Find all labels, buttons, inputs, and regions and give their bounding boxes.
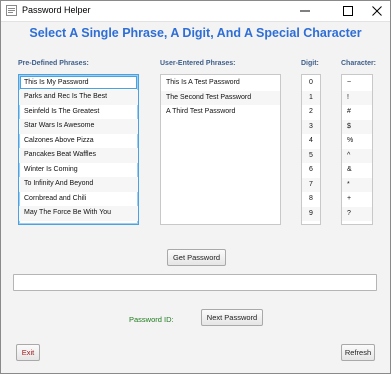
list-item[interactable]: 9 <box>302 206 320 221</box>
list-item[interactable]: $ <box>342 119 372 134</box>
list-item[interactable]: * <box>342 177 372 192</box>
user-phrases-list[interactable]: This Is A Test Password The Second Test … <box>160 74 281 225</box>
list-item[interactable]: 0 <box>302 76 320 91</box>
list-item[interactable]: Star Wars Is Awesome <box>19 119 138 134</box>
password-id-label: Password ID: <box>129 315 174 324</box>
next-password-button[interactable]: Next Password <box>201 309 263 326</box>
window-title: Password Helper <box>22 5 91 15</box>
list-item[interactable]: Parks and Rec Is The Best <box>19 90 138 105</box>
list-item[interactable]: Seinfeld Is The Greatest <box>19 105 138 120</box>
list-item[interactable]: & <box>342 163 372 178</box>
list-item[interactable]: 4 <box>302 134 320 149</box>
maximize-icon <box>343 6 353 16</box>
list-item[interactable]: A Third Test Password <box>161 105 280 120</box>
predefined-phrases-list[interactable]: This Is My Password Parks and Rec Is The… <box>18 74 139 225</box>
list-item[interactable]: ^ <box>342 148 372 163</box>
list-item[interactable]: Pancakes Beat Waffles <box>19 148 138 163</box>
title-bar: Password Helper <box>1 1 390 22</box>
get-password-button[interactable]: Get Password <box>167 249 226 266</box>
close-button[interactable] <box>364 1 390 21</box>
list-item[interactable]: 5 <box>302 148 320 163</box>
list-item[interactable]: 7 <box>302 177 320 192</box>
list-item[interactable]: ? <box>342 206 372 221</box>
app-icon <box>6 5 17 16</box>
list-item[interactable]: 3 <box>302 119 320 134</box>
list-item[interactable]: ~ <box>342 76 372 91</box>
exit-button[interactable]: Exit <box>16 344 40 361</box>
minimize-icon <box>300 10 310 12</box>
password-output-field[interactable] <box>13 274 377 291</box>
list-item[interactable]: + <box>342 192 372 207</box>
digit-list[interactable]: 0 1 2 3 4 5 6 7 8 9 <box>301 74 321 225</box>
refresh-button[interactable]: Refresh <box>341 344 375 361</box>
user-phrases-label: User-Entered Phrases: <box>160 60 236 67</box>
maximize-button[interactable] <box>335 1 361 21</box>
list-item[interactable]: % <box>342 134 372 149</box>
close-icon <box>372 6 382 16</box>
character-list[interactable]: ~ ! # $ % ^ & * + ? <box>341 74 373 225</box>
list-item[interactable]: 8 <box>302 192 320 207</box>
list-item[interactable]: The Second Test Password <box>161 90 280 105</box>
list-item[interactable]: May The Force Be With You <box>19 206 138 221</box>
list-item[interactable]: This Is A Test Password <box>161 76 280 91</box>
list-item[interactable]: # <box>342 105 372 120</box>
digit-label: Digit: <box>301 60 319 67</box>
list-item[interactable]: 1 <box>302 90 320 105</box>
predefined-phrases-label: Pre-Defined Phrases: <box>18 60 89 67</box>
list-item[interactable]: 6 <box>302 163 320 178</box>
list-item[interactable]: ! <box>342 90 372 105</box>
character-label: Character: <box>341 60 377 67</box>
list-item[interactable]: This Is My Password <box>20 76 137 89</box>
page-title: Select A Single Phrase, A Digit, And A S… <box>29 26 362 40</box>
list-item[interactable]: Cornbread and Chili <box>19 192 138 207</box>
app-window: Password Helper Select A Single Phrase, … <box>0 0 391 374</box>
minimize-button[interactable] <box>292 1 318 21</box>
list-item[interactable]: Calzones Above Pizza <box>19 134 138 149</box>
list-item[interactable]: Winter Is Coming <box>19 163 138 178</box>
list-item[interactable]: To Infinity And Beyond <box>19 177 138 192</box>
list-item[interactable]: 2 <box>302 105 320 120</box>
